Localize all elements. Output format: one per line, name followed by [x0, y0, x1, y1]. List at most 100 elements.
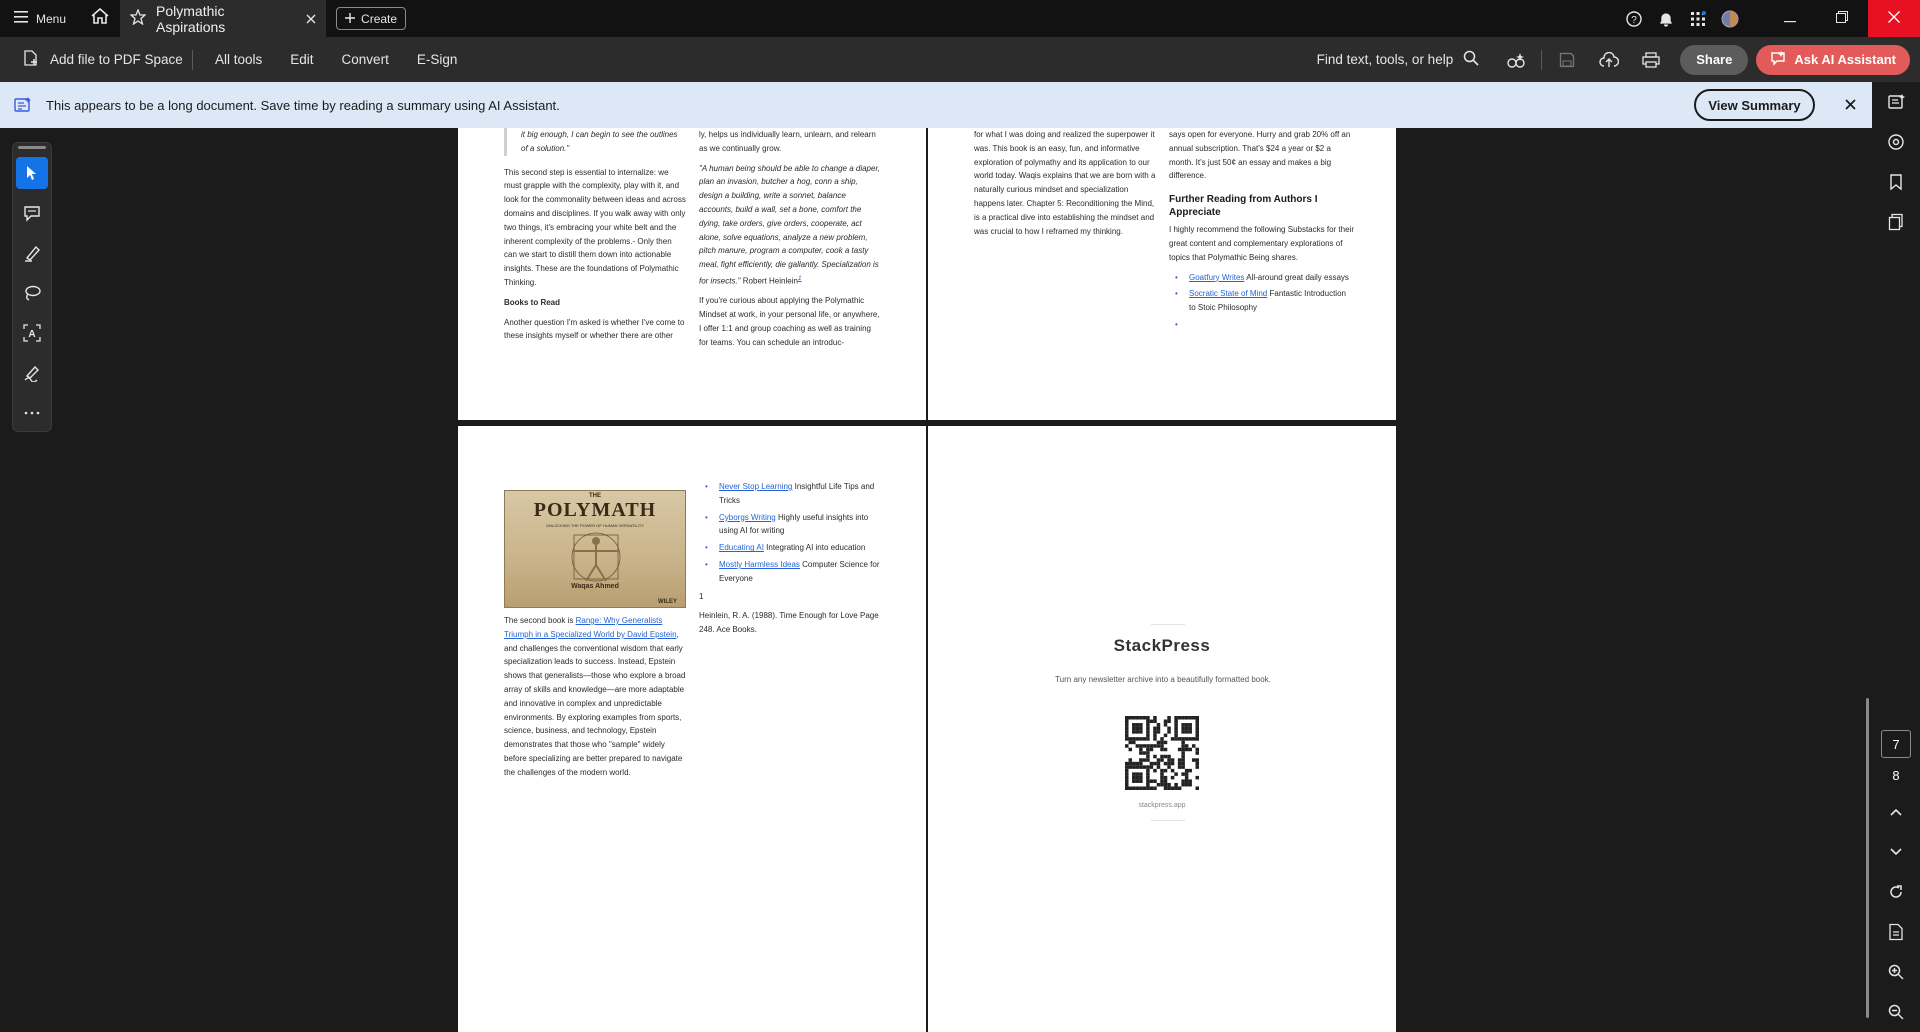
minimize-button[interactable] [1764, 0, 1816, 37]
pdf-page: StackPress Turn any newsletter archive i… [928, 426, 1396, 1032]
scrollbar-thumb[interactable] [1866, 698, 1869, 1018]
zoom-in-icon[interactable] [1872, 952, 1920, 992]
paragraph: This second step is essential to interna… [504, 167, 686, 287]
substack-link[interactable]: Educating AI [719, 543, 764, 552]
current-page-input[interactable]: 7 [1881, 730, 1911, 758]
right-rail: 7 8 [1872, 82, 1920, 1032]
page-fit-icon[interactable] [1872, 912, 1920, 952]
home-button[interactable] [80, 0, 120, 37]
text-column: The second book is Range: Why Generalist… [504, 614, 686, 786]
save-icon[interactable] [1546, 37, 1588, 82]
stackpress-subtitle: Turn any newsletter archive into a beaut… [1055, 675, 1271, 684]
print-icon[interactable] [1630, 37, 1672, 82]
star-icon[interactable] [129, 8, 147, 28]
ai-compare-icon[interactable] [1495, 37, 1537, 82]
list-item [1169, 318, 1354, 332]
paragraph: The second book is Range: Why Generalist… [504, 614, 686, 780]
main-toolbar: Add file to PDF Space All tools Edit Con… [0, 37, 1920, 82]
comments-panel-icon[interactable] [1872, 122, 1920, 162]
menu-e-sign[interactable]: E-Sign [403, 52, 472, 67]
stackpress-title: StackPress [1113, 636, 1211, 655]
bookmarks-panel-icon[interactable] [1872, 162, 1920, 202]
stackpress-url[interactable]: stackpress.app [928, 802, 1396, 809]
drag-handle[interactable] [18, 146, 46, 149]
sign-icon[interactable] [16, 357, 48, 389]
document-tab[interactable]: Polymathic Aspirations [120, 0, 327, 37]
restore-icon [1836, 10, 1848, 28]
menu-convert[interactable]: Convert [328, 52, 403, 67]
view-summary-button[interactable]: View Summary [1694, 89, 1815, 121]
ai-assistant-icon [1770, 50, 1786, 69]
footnote: Heinlein, R. A. (1988). Time Enough for … [699, 611, 879, 635]
menu-all-tools[interactable]: All tools [201, 52, 276, 67]
paragraph: I highly recommend the following Substac… [1169, 225, 1354, 262]
upload-cloud-icon[interactable] [1588, 37, 1630, 82]
section-heading: Books to Read [504, 297, 561, 307]
paragraph: If you're curious about applying the Pol… [699, 296, 880, 347]
chevron-down-icon[interactable] [1872, 832, 1920, 872]
substack-link[interactable]: Never Stop Learning [719, 482, 792, 491]
paragraph: says open for everyone. Hurry and grab 2… [1169, 130, 1351, 181]
ai-summary-icon [0, 97, 46, 113]
close-window-button[interactable] [1868, 0, 1920, 37]
more-tools-icon[interactable] [16, 397, 48, 429]
add-file-label: Add file to PDF Space [50, 52, 183, 67]
comment-icon[interactable] [16, 197, 48, 229]
restore-button[interactable] [1816, 0, 1868, 37]
close-icon [1888, 10, 1900, 28]
create-label: Create [361, 11, 398, 26]
toolbar-divider [1541, 49, 1543, 70]
ai-assistant-label: Ask AI Assistant [1794, 52, 1896, 67]
qr-code-icon [1125, 716, 1199, 790]
cover-publisher: WILEY [658, 599, 677, 605]
highlight-pen-icon[interactable] [16, 237, 48, 269]
close-tab-icon[interactable] [306, 11, 316, 27]
substack-link[interactable]: Cyborgs Writing [719, 513, 776, 522]
avatar[interactable] [1714, 0, 1746, 37]
paragraph: ly, helps us individually learn, unlearn… [699, 130, 876, 153]
tab-title: Polymathic Aspirations [156, 2, 226, 35]
find-search[interactable]: Find text, tools, or help [1317, 50, 1496, 69]
close-banner-icon[interactable] [1840, 94, 1860, 114]
plus-icon [345, 12, 356, 26]
substack-link[interactable]: Socratic State of Mind [1189, 289, 1267, 298]
add-file-button[interactable]: Add file to PDF Space [0, 49, 192, 70]
cover-author: Waqas Ahmed [571, 583, 619, 590]
substack-link[interactable]: Goatfury Writes [1189, 273, 1244, 282]
divider [1151, 820, 1185, 821]
list-item: Socratic State of Mind Fantastic Introdu… [1169, 287, 1354, 315]
menu-label: Menu [36, 11, 67, 26]
refresh-icon[interactable] [1872, 872, 1920, 912]
home-icon [91, 7, 109, 29]
text-column: for what I was doing and realized the su… [974, 128, 1156, 244]
text-select-icon[interactable]: A [16, 317, 48, 349]
create-button[interactable]: Create [336, 7, 407, 30]
footnote-link[interactable]: 1 [798, 275, 802, 282]
menu-button[interactable]: Menu [0, 0, 80, 37]
bell-icon[interactable] [1650, 0, 1682, 37]
substack-link[interactable]: Mostly Harmless Ideas [719, 560, 800, 569]
paragraph-text: The second book is [504, 616, 576, 625]
text-column: Never Stop Learning Insightful Life Tips… [699, 480, 884, 643]
chevron-up-icon[interactable] [1872, 792, 1920, 832]
list-item: Never Stop Learning Insightful Life Tips… [699, 480, 884, 508]
vertical-scrollbar[interactable] [1864, 128, 1872, 1032]
vitruvian-figure-icon [571, 532, 621, 582]
text-column: ly, helps us individually learn, unlearn… [699, 128, 881, 356]
quick-tools-panel: A [12, 142, 52, 432]
ai-assistant-panel-icon[interactable] [1872, 82, 1920, 122]
page-navigation: 7 8 [1872, 730, 1920, 1032]
svg-text:?: ? [1631, 15, 1637, 26]
zoom-out-icon[interactable] [1872, 992, 1920, 1032]
pages-panel-icon[interactable] [1872, 202, 1920, 242]
document-viewport[interactable]: it big enough, I can begin to see the ou… [458, 128, 1396, 1032]
select-cursor-icon[interactable] [16, 157, 48, 189]
text-column: it big enough, I can begin to see the ou… [504, 128, 686, 349]
ask-ai-assistant-button[interactable]: Ask AI Assistant [1756, 44, 1910, 75]
apps-grid-icon[interactable] [1682, 0, 1714, 37]
pdf-page: for what I was doing and realized the su… [928, 128, 1396, 420]
share-button[interactable]: Share [1680, 44, 1749, 75]
lasso-draw-icon[interactable] [16, 277, 48, 309]
menu-edit[interactable]: Edit [276, 52, 327, 67]
help-icon[interactable]: ? [1618, 0, 1650, 37]
